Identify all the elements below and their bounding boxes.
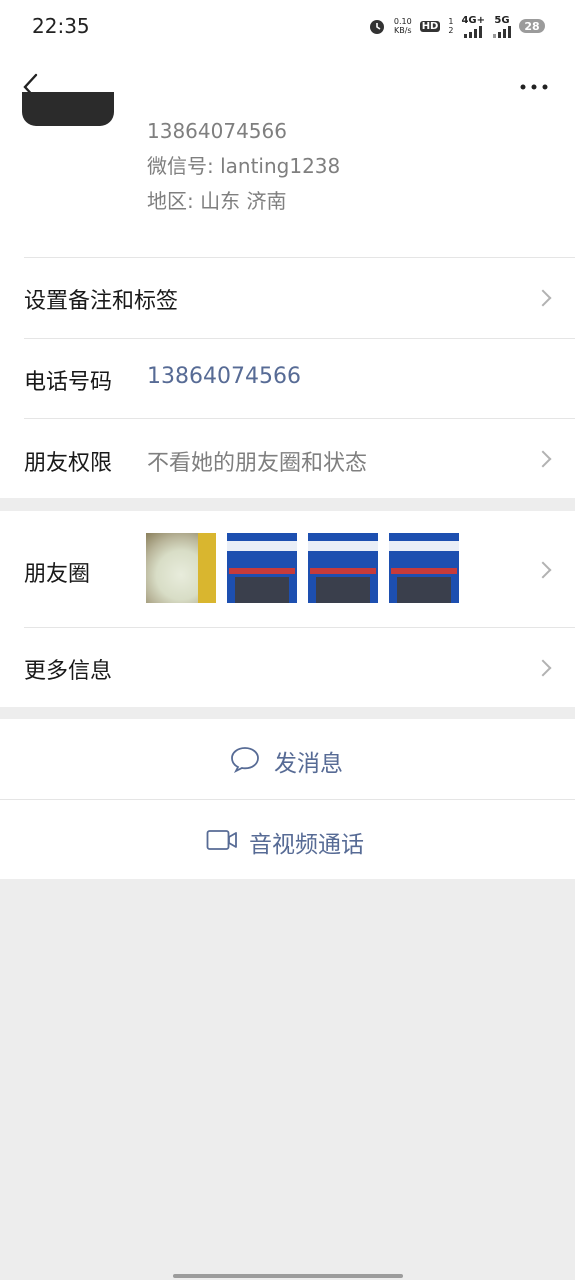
divider [24,338,575,339]
moments-row[interactable]: 朋友圈 [0,511,575,627]
hd-sim-indicator: 12 [448,17,454,35]
profile-wechat-id: 微信号: lanting1238 [147,154,341,178]
chevron-right-icon [534,289,552,307]
chevron-right-icon [534,561,552,579]
phone-row[interactable]: 电话号码 13864074566 [0,338,575,418]
network-speed: 0.10 KB/s [393,17,412,35]
moments-thumbnail [389,533,459,603]
divider [0,799,575,800]
hd-indicator: HD [419,20,441,32]
more-info-label: 更多信息 [24,659,113,684]
avatar[interactable] [22,92,114,126]
signal-5g: 5G [493,15,511,38]
home-indicator[interactable] [173,1274,403,1278]
divider [24,627,575,628]
permission-label: 朋友权限 [24,451,113,476]
status-icons: 0.10 KB/s HD 12 4G+ 5G 28 [368,14,545,38]
profile-info: 13864074566 微信号: lanting1238 地区: 山东 济南 [147,114,340,219]
profile-region: 地区: 山东 济南 [147,189,287,213]
send-message-button[interactable]: 发消息 [0,719,575,799]
remark-label: 设置备注和标签 [24,289,179,314]
divider [24,418,575,419]
alarm-icon [369,20,384,34]
divider [24,257,575,258]
voice-video-call-button[interactable]: 音视频通话 [0,799,575,879]
signal-4g: 4G+ [461,15,485,38]
chevron-right-icon [534,659,552,677]
permission-value: 不看她的朋友圈和状态 [147,451,368,476]
send-message-label: 发消息 [274,751,343,777]
signal-bars-icon [464,25,483,38]
status-bar: 22:35 0.10 KB/s HD 12 4G+ 5G 28 [0,0,575,52]
moments-thumbnail [146,533,216,603]
permission-row[interactable]: 朋友权限 不看她的朋友圈和状态 [0,418,575,498]
more-dots-icon[interactable] [519,82,549,92]
voice-video-call-label: 音视频通话 [249,832,364,858]
phone-label: 电话号码 [24,370,113,395]
status-time: 22:35 [32,14,90,38]
battery-indicator: 28 [519,19,545,33]
more-info-row[interactable]: 更多信息 [0,627,575,707]
profile-phone: 13864074566 [147,119,287,143]
video-camera-icon [206,830,237,850]
chat-bubble-icon [231,747,259,773]
remark-row[interactable]: 设置备注和标签 [0,257,575,338]
signal-bars-icon [493,25,511,38]
profile-header: 13864074566 微信号: lanting1238 地区: 山东 济南 [0,52,575,257]
moments-label: 朋友圈 [24,562,91,587]
moments-thumbnail [227,533,297,603]
chevron-right-icon [534,450,552,468]
phone-value[interactable]: 13864074566 [147,364,301,389]
moments-thumbnail [308,533,378,603]
